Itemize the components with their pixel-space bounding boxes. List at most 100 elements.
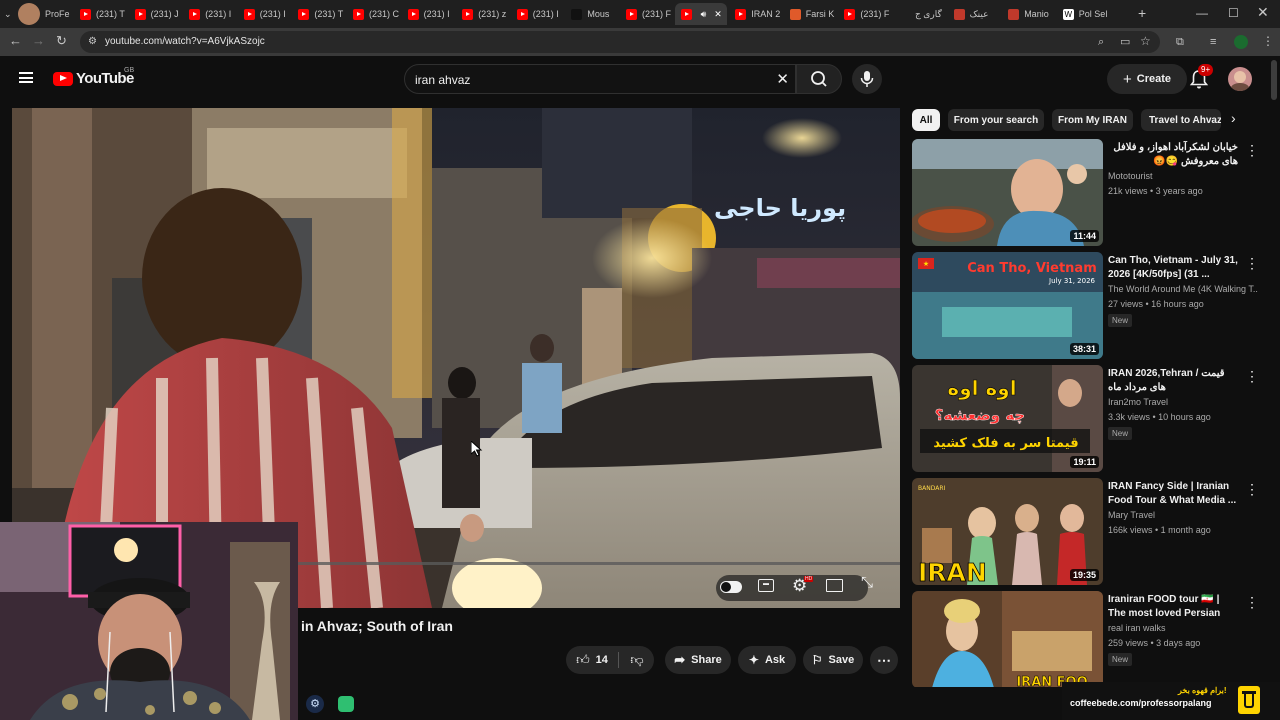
browser-tab[interactable]: ProFe <box>12 3 72 25</box>
theater-mode-icon[interactable] <box>826 579 843 592</box>
browser-tab[interactable]: Mous <box>565 3 618 25</box>
like-button[interactable]: 👍︎ 14 <box>566 646 618 674</box>
browser-tab[interactable]: (231) I <box>511 3 564 25</box>
browser-tab[interactable]: عینک <box>948 3 1001 25</box>
more-options-icon[interactable]: ⋮ <box>1245 482 1259 496</box>
recommended-video[interactable]: IRAN FOO Iraniran FOOD tour 🇮🇷 | The mos… <box>912 591 1262 687</box>
forward-icon[interactable]: → <box>32 34 45 48</box>
browser-tab[interactable]: (231) I <box>183 3 236 25</box>
save-button[interactable]: ⚐ Save <box>803 646 863 674</box>
extensions-icon[interactable]: ⧉ <box>1176 35 1184 49</box>
channel-name[interactable]: Iran2mo Travel <box>1108 397 1258 407</box>
back-icon[interactable]: ← <box>9 34 22 48</box>
video-thumbnail[interactable]: IRAN FOO <box>912 591 1103 687</box>
profile-icon[interactable] <box>1234 35 1248 49</box>
browser-tab[interactable]: (231) C <box>347 3 400 25</box>
more-options-icon[interactable]: ⋮ <box>1245 256 1259 270</box>
channel-name[interactable]: The World Around Me (4K Walking T... <box>1108 284 1258 294</box>
recommended-video-title[interactable]: Iraniran FOOD tour 🇮🇷 | The most loved P… <box>1108 593 1238 621</box>
wikipedia-favicon-icon: W <box>1062 8 1074 20</box>
hamburger-menu-icon[interactable] <box>19 72 33 83</box>
ask-button[interactable]: ✦ Ask <box>738 646 796 674</box>
create-button[interactable]: + Create <box>1107 64 1187 94</box>
more-options-icon[interactable]: ⋮ <box>1245 143 1259 157</box>
more-actions-button[interactable]: ⋯ <box>870 646 898 674</box>
page-scrollbar[interactable] <box>1271 60 1277 100</box>
chip-from-your-search[interactable]: From your search <box>948 109 1044 131</box>
search-button[interactable] <box>796 64 842 94</box>
tab-label: گاری ج <box>915 8 942 19</box>
browser-tab[interactable]: (231) F <box>620 3 673 25</box>
recommended-video[interactable]: 11:44 خیابان لشکرآباد اهواز، و فلافل های… <box>912 139 1262 247</box>
address-bar[interactable]: ⚙ youtube.com/watch?v=A6VjkASzojc ⌕ ▭ ☆ <box>80 31 1160 53</box>
browser-tab[interactable]: IRAN 2 <box>729 3 782 25</box>
site-info-icon[interactable]: ⚙ <box>88 35 97 49</box>
browser-tab[interactable]: Farsi K <box>784 3 837 25</box>
browser-tab[interactable]: (231) z <box>456 3 509 25</box>
dislike-button[interactable]: 👎︎ <box>622 646 652 674</box>
video-thumbnail[interactable]: اوه اوه چه وضعشه؟ قیمتا سر به فلک کشید 1… <box>912 365 1103 472</box>
share-button[interactable]: ➦ Share <box>665 646 731 674</box>
close-tab-icon[interactable]: ✕ <box>714 9 722 20</box>
notifications-button[interactable]: 9+ <box>1188 64 1214 95</box>
recommended-video[interactable]: اوه اوه چه وضعشه؟ قیمتا سر به فلک کشید 1… <box>912 365 1262 473</box>
more-options-icon[interactable]: ⋮ <box>1245 369 1259 383</box>
cast-icon[interactable]: ▭ <box>1120 35 1130 49</box>
autoplay-toggle[interactable] <box>720 581 742 593</box>
browser-tab[interactable]: (231) I <box>238 3 291 25</box>
streamer-camera-image <box>0 522 298 720</box>
recommended-video[interactable]: ★ Can Tho, Vietnam July 31, 2026 38:31 C… <box>912 252 1262 360</box>
zoom-icon[interactable]: ⌕ <box>1098 35 1104 49</box>
channel-name[interactable]: Mary Travel <box>1108 510 1258 520</box>
youtube-logo[interactable]: YouTube <box>53 70 134 87</box>
browser-tab[interactable]: (231) I <box>402 3 455 25</box>
fullscreen-exit-icon[interactable]: ⤡ <box>861 574 873 591</box>
chrome-menu-icon[interactable]: ⋮ <box>1262 34 1274 48</box>
recommended-video-title[interactable]: IRAN 2026,Tehran / قیمت های مرداد ماه <box>1108 367 1238 395</box>
site-favicon-icon <box>1008 8 1020 20</box>
mouse-cursor-icon <box>471 441 483 457</box>
minimize-icon[interactable]: — <box>1196 6 1208 20</box>
channel-name[interactable]: Mototourist <box>1108 171 1258 181</box>
video-thumbnail[interactable]: BANDARI IRAN 19:35 <box>912 478 1103 585</box>
android-app-icon[interactable] <box>338 696 354 712</box>
browser-tab[interactable]: (231) T <box>292 3 345 25</box>
search-input[interactable]: iran ahvaz ✕ <box>404 64 796 94</box>
reload-icon[interactable]: ↻ <box>56 34 67 48</box>
subtitles-icon[interactable]: ▬ <box>758 579 774 592</box>
browser-tab[interactable]: (231) F <box>838 3 891 25</box>
maximize-icon[interactable]: ☐ <box>1228 6 1239 20</box>
more-options-icon[interactable]: ⋮ <box>1245 595 1259 609</box>
media-control-icon[interactable]: ≡ <box>1210 35 1216 49</box>
account-avatar[interactable] <box>1228 67 1252 91</box>
voice-search-button[interactable] <box>852 64 882 94</box>
audio-playing-icon[interactable]: 🔊︎ <box>701 9 707 20</box>
bookmark-star-icon[interactable]: ☆ <box>1140 34 1151 48</box>
profile-favicon-icon <box>18 3 40 25</box>
browser-tab[interactable]: 🔊︎ ✕ <box>674 3 728 25</box>
clear-search-icon[interactable]: ✕ <box>776 70 789 88</box>
chip-from-my-iran[interactable]: From My IRAN <box>1052 109 1133 131</box>
chips-next-chevron-icon[interactable]: › <box>1231 110 1236 126</box>
channel-name[interactable]: real iran walks <box>1108 623 1258 633</box>
recommended-video-title[interactable]: خیابان لشکرآباد اهواز، و فلافل های معروف… <box>1108 141 1238 169</box>
video-thumbnail[interactable]: 11:44 <box>912 139 1103 246</box>
browser-tab[interactable]: (231) T <box>74 3 127 25</box>
thumbnail-title-text: Can Tho, Vietnam <box>967 261 1097 276</box>
new-tab-plus-icon[interactable]: + <box>1138 6 1146 20</box>
close-window-icon[interactable]: ✕ <box>1257 5 1269 19</box>
recommended-video-title[interactable]: IRAN Fancy Side | Iranian Food Tour & Wh… <box>1108 480 1238 508</box>
recommended-video[interactable]: BANDARI IRAN 19:35 IRAN Fancy Side | Ira… <box>912 478 1262 586</box>
browser-tab[interactable]: (231) J <box>129 3 182 25</box>
browser-tab[interactable]: W Pol Sel <box>1057 3 1110 25</box>
recommended-video-title[interactable]: Can Tho, Vietnam - July 31, 2026 [4K/50f… <box>1108 254 1238 282</box>
steam-icon[interactable]: ⚙ <box>306 695 324 713</box>
video-thumbnail[interactable]: ★ Can Tho, Vietnam July 31, 2026 38:31 <box>912 252 1103 359</box>
chip-travel-to-ahvaz[interactable]: Travel to Ahvaz <box>1141 109 1221 131</box>
tab-label: Manio <box>1024 9 1049 19</box>
browser-tab[interactable]: گاری ج <box>893 3 946 25</box>
youtube-favicon-icon <box>80 8 91 20</box>
tab-search-icon[interactable]: ⌄ <box>4 7 12 21</box>
browser-tab[interactable]: Manio <box>1002 3 1055 25</box>
chip-all[interactable]: All <box>912 109 940 131</box>
